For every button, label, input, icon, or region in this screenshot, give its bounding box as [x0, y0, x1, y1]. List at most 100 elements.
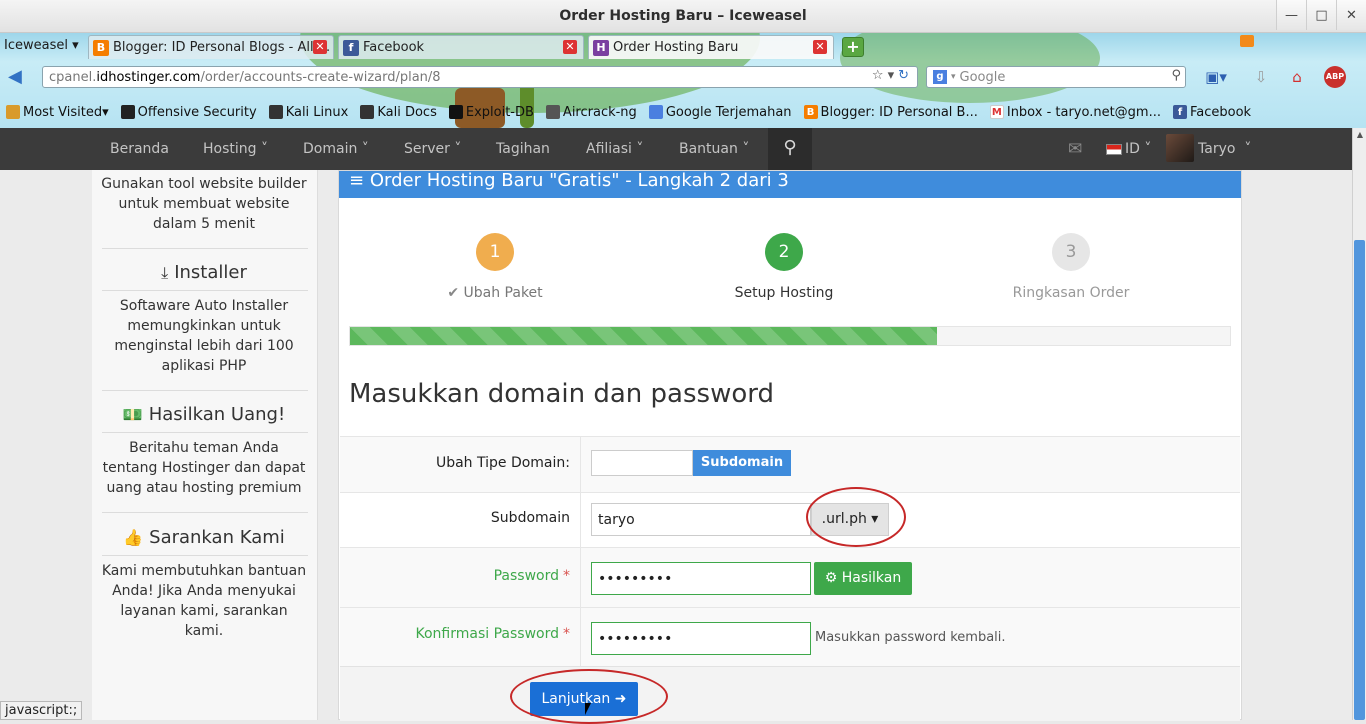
facebook-icon: f [343, 39, 359, 56]
tab-blogger[interactable]: B Blogger: ID Personal Blogs - All ... ✕ [88, 35, 334, 59]
scrollbar-thumb[interactable] [1354, 240, 1365, 720]
sidebar-section-title: 👍 Sarankan Kami [100, 527, 308, 548]
bookmark-label: Kali Docs [377, 104, 437, 120]
nav-afiliasi[interactable]: Afiliasi ˅ [586, 128, 643, 170]
confirm-password-hint: Masukkan password kembali. [815, 630, 1006, 645]
bookmark-blogger[interactable]: B Blogger: ID Personal B... [803, 105, 978, 120]
password-input[interactable]: ••••••••• [591, 562, 811, 595]
form-heading: Masukkan domain dan password [349, 379, 774, 409]
confirm-password-input[interactable]: ••••••••• [591, 622, 811, 655]
nav-bantuan[interactable]: Bantuan ˅ [679, 128, 749, 170]
progress-fill [350, 327, 937, 345]
bookmark-kali-linux[interactable]: Kali Linux [268, 104, 349, 120]
browser-status-bar: javascript:; [0, 701, 83, 720]
chevron-down-icon: ˅ [1144, 141, 1152, 157]
maximize-icon[interactable]: □ [1306, 0, 1336, 30]
search-bar[interactable]: g ▾ Google ⚲ [926, 66, 1186, 88]
nav-beranda[interactable]: Beranda [110, 128, 169, 170]
panel-title: Order Hosting Baru "Gratis" - Langkah 2 … [369, 170, 789, 191]
divider [102, 512, 308, 513]
tab-bar: Iceweasel ▾ B Blogger: ID Personal Blogs… [0, 33, 1366, 59]
nav-label: Tagihan [496, 141, 550, 157]
translate-icon [648, 105, 663, 119]
nav-hosting[interactable]: Hosting ˅ [203, 128, 268, 170]
chevron-down-icon: ˅ [260, 141, 268, 157]
nav-domain[interactable]: Domain ˅ [303, 128, 369, 170]
aircrack-icon [545, 105, 560, 119]
adblock-icon[interactable]: ABP [1320, 66, 1350, 88]
user-name: Taryo [1198, 141, 1236, 157]
blogger-icon: B [93, 39, 109, 56]
panel-header: ≡ Order Hosting Baru "Gratis" - Langkah … [339, 171, 1241, 198]
close-tab-icon[interactable]: ✕ [563, 40, 577, 54]
search-icon[interactable]: ⚲ [768, 128, 812, 170]
tab-facebook[interactable]: f Facebook ✕ [338, 35, 584, 59]
back-arrow-icon[interactable]: ◀ [8, 67, 30, 87]
subdomain-label: Subdomain [490, 510, 570, 526]
close-window-icon[interactable]: ✕ [1336, 0, 1366, 30]
bookmark-offensive-security[interactable]: Offensive Security [120, 105, 257, 120]
app-menu-button[interactable]: Iceweasel ▾ [4, 38, 79, 53]
bookmark-most-visited[interactable]: Most Visited ▾ [6, 105, 109, 120]
bookmark-facebook[interactable]: f Facebook [1173, 105, 1251, 120]
bookmark-star-icon[interactable]: ☆ [872, 68, 888, 83]
nav-label: Beranda [110, 141, 169, 157]
offsec-icon [120, 105, 135, 119]
confirm-password-label: Konfirmasi Password * [340, 626, 571, 642]
wizard-step-1[interactable]: 1 ✔ Ubah Paket [395, 233, 595, 301]
download-icon: ⤓ [161, 262, 169, 282]
user-menu[interactable]: Taryo ˅ [1198, 128, 1251, 170]
window-title: Order Hosting Baru – Iceweasel [559, 8, 807, 24]
password-label-text: Password [493, 568, 559, 584]
gear-icon: ⚙ [824, 570, 838, 586]
tab-label: Blogger: ID Personal Blogs - All ... [113, 40, 331, 55]
mail-icon[interactable]: ✉ [1068, 128, 1082, 170]
page-scrollbar[interactable]: ▲ [1352, 128, 1366, 720]
window-titlebar: Order Hosting Baru – Iceweasel — □ ✕ [0, 0, 1366, 33]
bookmark-aircrack[interactable]: Aircrack-ng [545, 105, 637, 120]
history-dropdown-icon[interactable]: ▾ [888, 68, 899, 83]
bookmark-gmail[interactable]: M Inbox - taryo.net@gm... [989, 105, 1161, 120]
confirm-label-text: Konfirmasi Password [415, 626, 560, 642]
google-engine-icon[interactable]: g [933, 70, 947, 84]
subdomain-type-button[interactable]: Subdomain [693, 450, 791, 476]
sidebar-section-text: Beritahu teman Anda tentang Hostinger da… [102, 440, 306, 496]
rss-feed-icon[interactable] [1240, 35, 1254, 47]
sidebar: Gunakan tool website builder untuk membu… [92, 170, 318, 720]
new-tab-icon[interactable]: + [842, 37, 864, 57]
bookmark-label: Most Visited [23, 104, 103, 120]
reload-icon[interactable]: ↻ [898, 68, 913, 83]
nav-server[interactable]: Server ˅ [404, 128, 461, 170]
bookmark-label: Kali Linux [285, 104, 349, 120]
step-label-text: Ubah Paket [463, 285, 543, 301]
search-icon[interactable]: ⚲ [1171, 68, 1181, 83]
minimize-icon[interactable]: — [1276, 0, 1306, 30]
generate-password-button[interactable]: ⚙ Hasilkan [814, 562, 912, 595]
nav-tagihan[interactable]: Tagihan [496, 128, 550, 170]
search-engine-dropdown-icon[interactable]: ▾ [951, 72, 956, 82]
home-icon[interactable]: ⌂ [1284, 66, 1310, 88]
close-tab-icon[interactable]: ✕ [813, 40, 827, 54]
nav-label: Afiliasi [586, 141, 632, 157]
section-title-text: Installer [174, 262, 247, 283]
domain-type-row: Ubah Tipe Domain: Subdomain [340, 436, 1240, 492]
language-selector[interactable]: ID ˅ [1106, 128, 1151, 170]
confirm-password-row: Konfirmasi Password * ••••••••• Masukkan … [340, 607, 1240, 666]
step-number: 3 [1052, 233, 1090, 271]
menu-lines-icon: ≡ [349, 170, 365, 191]
close-tab-icon[interactable]: ✕ [313, 40, 327, 54]
bookmarks-menu-icon[interactable]: ▣▾ [1198, 66, 1234, 88]
url-bar[interactable]: cpanel. idhostinger.com/order/accounts-cr… [42, 66, 918, 88]
bookmark-exploit-db[interactable]: Exploit-DB [448, 105, 534, 120]
nav-label: Hosting [203, 141, 257, 157]
subdomain-input[interactable]: taryo [591, 503, 811, 536]
app-menu-label: Iceweasel [4, 38, 68, 53]
avatar[interactable] [1166, 134, 1194, 162]
bookmark-kali-docs[interactable]: Kali Docs [360, 105, 437, 120]
tab-order-hosting[interactable]: H Order Hosting Baru ✕ [588, 35, 834, 59]
downloads-icon[interactable]: ⇩ [1250, 66, 1272, 88]
required-asterisk: * [563, 568, 570, 584]
bookmark-google-translate[interactable]: Google Terjemahan [648, 105, 792, 120]
scroll-up-icon[interactable]: ▲ [1354, 130, 1366, 142]
domain-type-option-blank[interactable] [591, 450, 693, 476]
